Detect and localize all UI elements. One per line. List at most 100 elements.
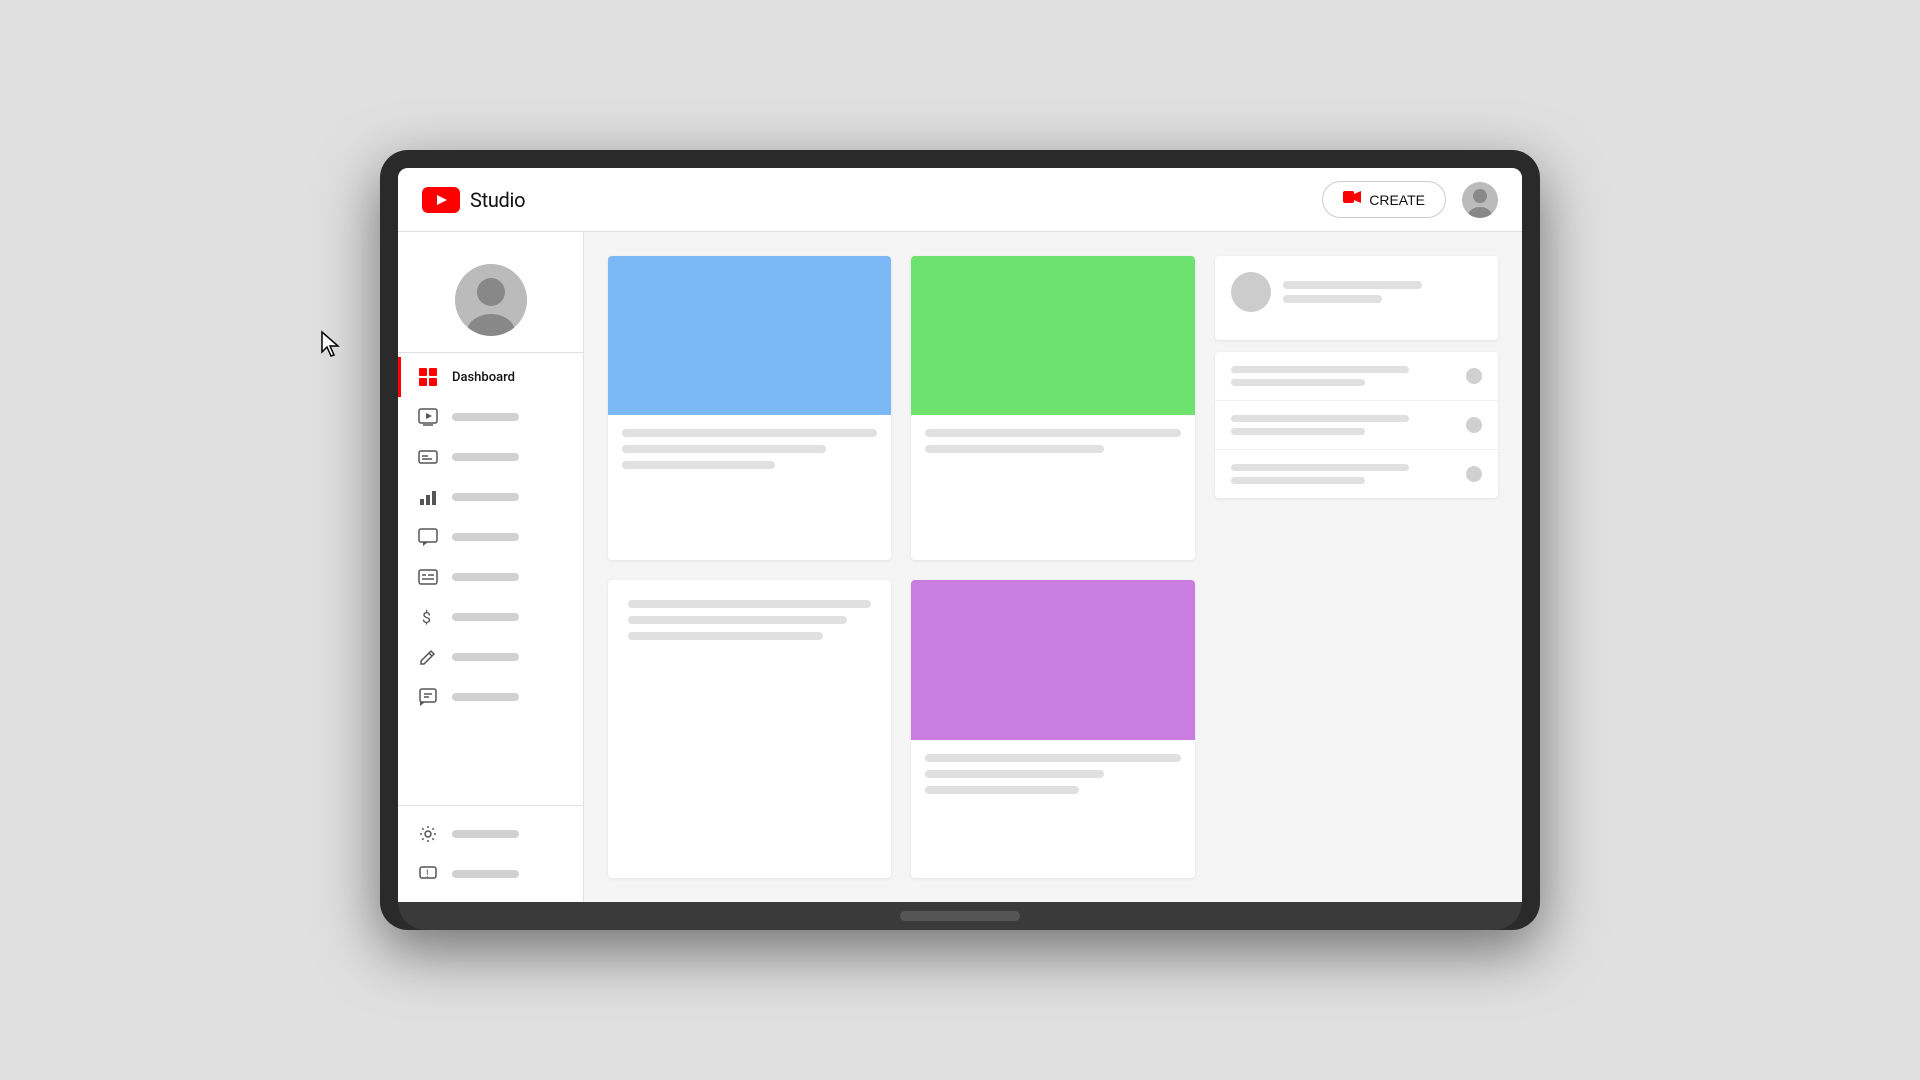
sidebar-item-comments[interactable] [398,517,583,557]
sidebar-item-analytics[interactable] [398,477,583,517]
channel-info-avatar [1231,272,1271,312]
analytics-row-2 [1215,401,1498,450]
camera-icon [1343,190,1361,209]
sidebar-bottom: ! [398,805,583,902]
customization-label-bar [452,653,563,661]
user-avatar-button[interactable] [1462,182,1498,218]
analytics-line-1-2 [1231,379,1365,386]
card-text-1[interactable] [608,580,891,878]
card-5-line-3 [925,786,1078,794]
card-video-3[interactable] [911,580,1194,878]
app-header: Studio CREATE [398,168,1522,232]
laptop-frame: Studio CREATE [380,150,1540,930]
laptop-screen: Studio CREATE [398,168,1522,902]
right-column [1215,256,1498,560]
studio-label: Studio [470,188,525,212]
comments-icon [418,527,438,547]
analytics-line-1-1 [1231,366,1410,373]
sidebar-item-settings[interactable] [398,814,583,854]
analytics-icon [418,487,438,507]
laptop-notch [900,911,1020,921]
sidebar-item-monetization[interactable]: $ [398,597,583,637]
edit-icon [418,647,438,667]
create-button[interactable]: CREATE [1322,181,1446,218]
svg-text:$: $ [422,608,431,627]
sidebar-item-customization[interactable] [398,637,583,677]
card-5-body [911,740,1194,816]
customization-label-line [452,653,519,661]
card-4-line-3 [628,632,823,640]
channel-info-top [1231,272,1482,312]
app-body: Dashboard [398,232,1522,902]
captions-icon [418,567,438,587]
sidebar-item-captions[interactable] [398,557,583,597]
help-icon: ! [418,864,438,884]
card-video-1[interactable] [608,256,891,560]
card-1-line-1 [622,429,877,437]
youtube-logo [422,187,460,213]
create-label: CREATE [1369,192,1425,208]
analytics-line-2-1 [1231,415,1410,422]
card-2-thumb-image [911,256,1194,415]
card-2-body [911,415,1194,475]
card-1-body [608,415,891,491]
content-label-bar [452,413,563,421]
card-4-line-1 [628,600,871,608]
subtitles-label-bar [452,453,563,461]
sidebar-item-subtitles[interactable] [398,437,583,477]
analytics-label-bar [452,493,563,501]
comments-label-bar [452,533,563,541]
channel-info-line-1 [1283,281,1423,289]
main-content [584,232,1522,902]
sidebar-item-help[interactable]: ! [398,854,583,894]
feedback-label-line [452,693,519,701]
sidebar-divider [398,352,583,353]
subtitles-icon [418,447,438,467]
analytics-dot-1 [1466,368,1482,384]
card-video-2[interactable] [911,256,1194,560]
captions-label-line [452,573,519,581]
settings-icon [418,824,438,844]
captions-label-bar [452,573,563,581]
help-label-bar [452,870,563,878]
content-label-line [452,413,519,421]
svg-text:!: ! [426,869,429,880]
analytics-row-1 [1215,352,1498,401]
content-icon [418,407,438,427]
feedback-icon [418,687,438,707]
card-1-thumb-image [608,256,891,415]
card-1-line-2 [622,445,826,453]
card-5-thumb-image [911,580,1194,739]
card-5-thumbnail [911,580,1194,739]
logo-area: Studio [422,187,525,213]
monetization-label-line [452,613,519,621]
sidebar-item-dashboard[interactable]: Dashboard [398,357,583,397]
help-label-line [452,870,519,878]
analytics-lines-3 [1231,464,1454,484]
settings-label-bar [452,830,563,838]
sidebar-item-feedback[interactable] [398,677,583,717]
sidebar: Dashboard [398,232,584,902]
card-1-thumbnail [608,256,891,415]
card-2-line-1 [925,429,1180,437]
analytics-line-2-2 [1231,428,1365,435]
analytics-card[interactable] [1215,352,1498,498]
analytics-dot-3 [1466,466,1482,482]
analytics-row-3 [1215,450,1498,498]
sidebar-item-content[interactable] [398,397,583,437]
card-1-line-3 [622,461,775,469]
analytics-lines-2 [1231,415,1454,435]
dashboard-icon [418,367,438,387]
dashboard-label: Dashboard [452,370,515,385]
laptop-base [398,902,1522,930]
channel-avatar [455,264,527,336]
analytics-line-3-1 [1231,464,1410,471]
card-5-line-2 [925,770,1104,778]
card-2-line-2 [925,445,1104,453]
card-4-line-2 [628,616,847,624]
channel-info-card[interactable] [1215,256,1498,340]
card-5-line-1 [925,754,1180,762]
feedback-label-bar [452,693,563,701]
card-2-thumbnail [911,256,1194,415]
comments-label-line [452,533,519,541]
